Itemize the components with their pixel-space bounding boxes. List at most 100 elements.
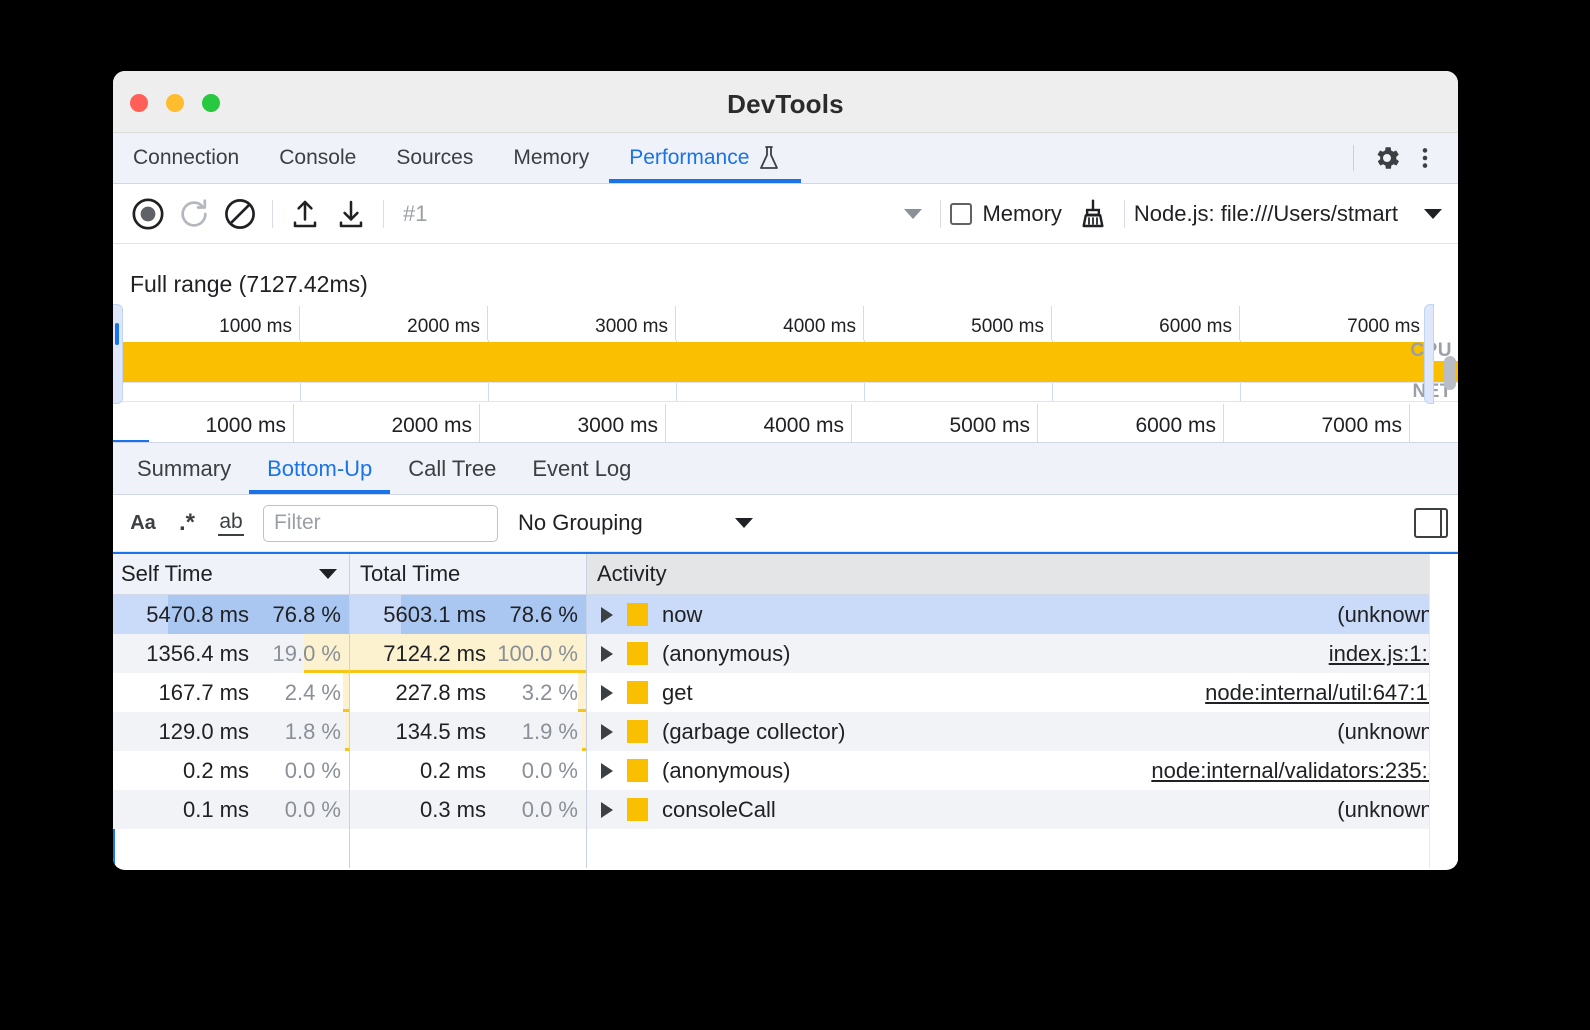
tab-summary[interactable]: Summary xyxy=(119,443,249,494)
regex-icon[interactable]: .* xyxy=(165,501,209,545)
memory-checkbox-box[interactable] xyxy=(950,203,972,225)
expand-triangle-icon[interactable] xyxy=(601,763,613,779)
ruler-tick: 4000 ms xyxy=(676,306,864,340)
tab-call-tree[interactable]: Call Tree xyxy=(390,443,514,494)
profile-selector[interactable]: Memory Node.js: file:///Users/stmart xyxy=(904,191,1446,237)
total-time-pct: 3.2 % xyxy=(486,680,578,706)
show-sidebar-icon[interactable] xyxy=(1414,508,1448,538)
whole-word-underline xyxy=(218,534,244,536)
memory-checkbox-label: Memory xyxy=(982,201,1061,227)
ruler-tick: 2000 ms xyxy=(300,306,488,340)
broom-icon[interactable] xyxy=(1070,191,1116,237)
expand-triangle-icon[interactable] xyxy=(601,802,613,818)
activity-color-swatch xyxy=(627,642,648,665)
cpu-track-band-overflow xyxy=(113,361,1458,382)
cell-activity: (anonymous) node:internal/validators:235… xyxy=(587,751,1458,790)
profile-name-label: #1 xyxy=(403,201,427,227)
tab-sources[interactable]: Sources xyxy=(376,133,493,183)
cell-self-time: 0.2 ms 0.0 % xyxy=(113,751,350,790)
tab-event-log-label: Event Log xyxy=(532,456,631,482)
panel-tab-bar: Connection Console Sources Memory Perfor… xyxy=(113,133,1458,184)
reload-icon[interactable] xyxy=(171,191,217,237)
tab-console[interactable]: Console xyxy=(259,133,376,183)
cell-self-time: 0.1 ms 0.0 % xyxy=(113,790,350,829)
activity-source-link[interactable]: index.js:1:1 xyxy=(1329,641,1440,667)
cell-total-time: 7124.2 ms 100.0 % xyxy=(350,634,587,673)
activity-name: consoleCall xyxy=(662,797,776,823)
table-row[interactable]: 1356.4 ms 19.0 % 7124.2 ms 100.0 % (anon… xyxy=(113,634,1458,673)
grid-right-gutter xyxy=(1429,554,1458,868)
divider xyxy=(940,200,941,228)
cell-self-time: 1356.4 ms 19.0 % xyxy=(113,634,350,673)
ruler-tick: 1000 ms xyxy=(113,306,300,340)
ruler-tick-label: 6000 ms xyxy=(1159,316,1232,338)
title-bar: DevTools xyxy=(113,71,1458,133)
self-time-bar xyxy=(343,673,349,712)
table-row[interactable]: 5470.8 ms 76.8 % 5603.1 ms 78.6 % now (u… xyxy=(113,595,1458,634)
self-time-bar xyxy=(345,712,349,751)
download-profile-icon[interactable] xyxy=(328,191,374,237)
grouping-label: No Grouping xyxy=(518,510,643,536)
self-time-ms: 1356.4 ms xyxy=(146,641,249,667)
tab-bottom-up-label: Bottom-Up xyxy=(267,456,372,482)
ruler-top: 1000 ms 2000 ms 3000 ms 4000 ms 5000 ms … xyxy=(113,306,1458,340)
record-circle-icon[interactable] xyxy=(125,191,171,237)
table-row[interactable]: 129.0 ms 1.8 % 134.5 ms 1.9 % (garbage c… xyxy=(113,712,1458,751)
column-header-total-time[interactable]: Total Time xyxy=(350,554,587,594)
memory-checkbox[interactable]: Memory xyxy=(950,201,1061,227)
expand-triangle-icon[interactable] xyxy=(601,646,613,662)
activity-name: (garbage collector) xyxy=(662,719,845,745)
gear-icon[interactable] xyxy=(1368,139,1406,177)
activity-source-link[interactable]: node:internal/util:647:17 xyxy=(1205,680,1440,706)
tab-connection-label: Connection xyxy=(133,146,239,170)
column-header-self-time[interactable]: Self Time xyxy=(113,554,350,594)
activity-color-swatch xyxy=(627,798,648,821)
bottom-up-tree-grid[interactable]: Self Time Total Time Activity 5470.8 ms … xyxy=(113,552,1458,868)
table-row[interactable]: 0.1 ms 0.0 % 0.3 ms 0.0 % consoleCall (u… xyxy=(113,790,1458,829)
table-row[interactable]: 167.7 ms 2.4 % 227.8 ms 3.2 % get node:i… xyxy=(113,673,1458,712)
timeline-overview[interactable]: Full range (7127.42ms) 1000 ms 2000 ms 3… xyxy=(113,244,1458,443)
self-time-pct: 0.0 % xyxy=(249,797,341,823)
tab-bottom-up[interactable]: Bottom-Up xyxy=(249,443,390,494)
whole-word-icon[interactable]: ab xyxy=(209,501,253,545)
devtools-window: DevTools Connection Console Sources Memo… xyxy=(113,71,1458,870)
ruler-tick-label: 6000 ms xyxy=(1135,414,1216,438)
chevron-down-icon[interactable] xyxy=(1424,209,1442,219)
total-time-pct: 1.9 % xyxy=(486,719,578,745)
grouping-selector[interactable]: No Grouping xyxy=(518,510,753,536)
overview-scrollbar-thumb[interactable] xyxy=(1444,356,1456,390)
clear-prohibited-icon[interactable] xyxy=(217,191,263,237)
target-selector-label: Node.js: file:///Users/stmart xyxy=(1134,201,1398,227)
divider xyxy=(1353,145,1354,171)
ruler-tick-label: 5000 ms xyxy=(949,414,1030,438)
tab-memory[interactable]: Memory xyxy=(493,133,609,183)
divider xyxy=(383,200,384,228)
panel-tabbar-actions xyxy=(1349,133,1458,183)
match-case-glyph: Aa xyxy=(130,512,156,535)
activity-source-link[interactable]: node:internal/validators:235:3 xyxy=(1151,758,1440,784)
kebab-menu-icon[interactable] xyxy=(1406,139,1444,177)
total-time-pct: 0.0 % xyxy=(486,758,578,784)
ruler-tick: 2000 ms xyxy=(294,404,480,442)
tab-memory-label: Memory xyxy=(513,146,589,170)
tab-performance[interactable]: Performance xyxy=(609,133,801,183)
ruler-tick-label: 2000 ms xyxy=(391,414,472,438)
tab-event-log[interactable]: Event Log xyxy=(514,443,649,494)
ruler-tick-label: 1000 ms xyxy=(219,316,292,338)
activity-name: get xyxy=(662,680,693,706)
filter-input[interactable] xyxy=(263,505,498,542)
overview-window-right-handle[interactable] xyxy=(1424,304,1434,404)
ruler-tick: 7000 ms xyxy=(1240,306,1428,340)
ruler-tick: 6000 ms xyxy=(1052,306,1240,340)
table-row[interactable]: 0.2 ms 0.0 % 0.2 ms 0.0 % (anonymous) no… xyxy=(113,751,1458,790)
column-header-activity[interactable]: Activity xyxy=(587,554,1458,594)
flask-icon xyxy=(757,145,781,171)
expand-triangle-icon[interactable] xyxy=(601,607,613,623)
overview-window-left-handle[interactable] xyxy=(113,304,123,404)
record-toolbar: #1 Memory Node.js: file:///Users/stmart xyxy=(113,184,1458,244)
expand-triangle-icon[interactable] xyxy=(601,724,613,740)
tab-connection[interactable]: Connection xyxy=(113,133,259,183)
match-case-icon[interactable]: Aa xyxy=(121,501,165,545)
expand-triangle-icon[interactable] xyxy=(601,685,613,701)
upload-profile-icon[interactable] xyxy=(282,191,328,237)
